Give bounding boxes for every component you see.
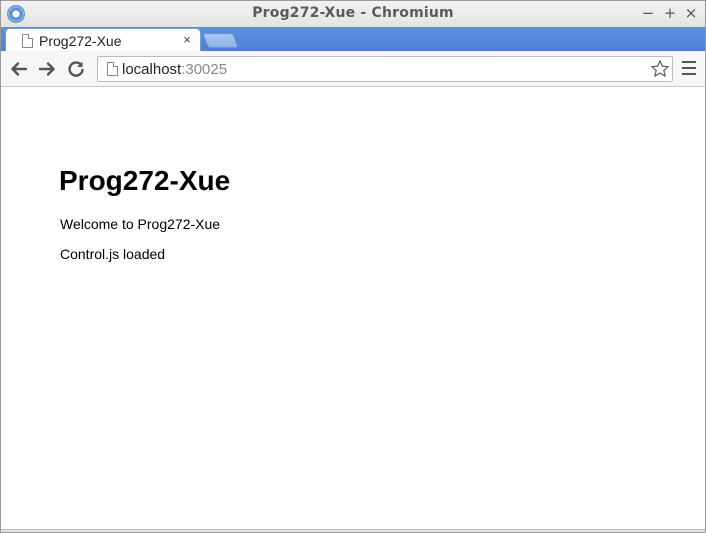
window-title: Prog272-Xue - Chromium [252, 5, 454, 21]
reload-button[interactable] [66, 59, 86, 79]
back-arrow-icon [11, 62, 28, 76]
url-text[interactable]: localhost:30025 [122, 61, 227, 78]
url-host: localhost [122, 61, 182, 78]
page-icon [107, 62, 118, 76]
menu-icon-line [682, 73, 696, 75]
welcome-text: Welcome to Prog272-Xue [60, 216, 221, 232]
maximize-button[interactable]: + [661, 4, 679, 22]
page-content: Prog272-Xue Welcome to Prog272-Xue Contr… [1, 88, 705, 529]
forward-button[interactable] [37, 59, 57, 79]
bookmark-star-button[interactable] [650, 59, 670, 79]
toolbar: localhost:30025 [1, 51, 705, 87]
new-tab-button[interactable] [202, 33, 239, 48]
tab-title: Prog272-Xue [39, 33, 122, 49]
tab-close-button[interactable]: × [180, 32, 194, 48]
back-button[interactable] [9, 59, 29, 79]
tab-prog272-xue[interactable]: Prog272-Xue × [5, 28, 201, 52]
minimize-button[interactable]: − [639, 4, 657, 22]
menu-icon [682, 61, 696, 63]
status-text: Control.js loaded [60, 246, 166, 262]
forward-arrow-icon [38, 62, 55, 76]
reload-icon [68, 61, 84, 77]
tab-strip: Prog272-Xue × [1, 27, 705, 52]
address-bar[interactable]: localhost:30025 [97, 56, 673, 82]
bookmark-star-icon [651, 60, 669, 77]
title-bar[interactable]: Prog272-Xue - Chromium − + × [1, 1, 705, 27]
page-heading: Prog272-Xue [59, 165, 231, 196]
close-window-button[interactable]: × [682, 4, 700, 22]
page-icon [22, 34, 33, 48]
chrome-menu-button[interactable] [681, 61, 697, 77]
browser-window: Prog272-Xue - Chromium − + × Prog272-Xue… [0, 0, 706, 533]
menu-icon-line [682, 67, 696, 69]
window-bottom-edge [1, 529, 705, 532]
url-port: :30025 [181, 61, 228, 78]
